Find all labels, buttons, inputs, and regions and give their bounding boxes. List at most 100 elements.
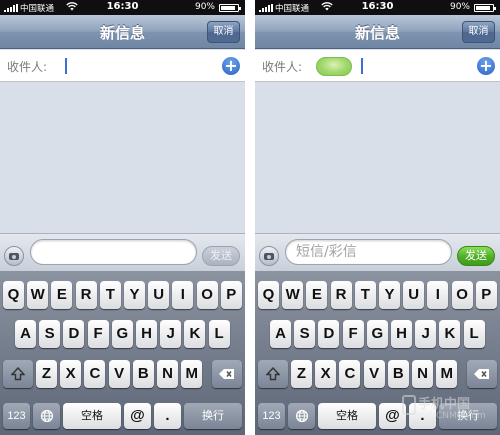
battery-percent: 90% bbox=[194, 2, 215, 12]
globe-icon bbox=[40, 409, 53, 423]
camera-icon[interactable] bbox=[259, 246, 279, 266]
shift-key[interactable] bbox=[3, 360, 33, 388]
navigation-bar: 新信息 取消 bbox=[0, 15, 245, 49]
key-e[interactable]: E bbox=[51, 281, 73, 309]
key-s[interactable]: S bbox=[294, 320, 316, 348]
key-m[interactable]: M bbox=[181, 360, 203, 388]
key-g[interactable]: G bbox=[366, 320, 388, 348]
key-l[interactable]: L bbox=[208, 320, 230, 348]
recipient-field[interactable]: 收件人: + bbox=[0, 50, 245, 82]
watermark-logo: 手机中国 CNMO.com bbox=[400, 393, 500, 433]
key-c[interactable]: C bbox=[339, 360, 361, 388]
shift-icon bbox=[10, 366, 26, 381]
key-a[interactable]: A bbox=[15, 320, 36, 348]
space-key[interactable]: 空格 bbox=[318, 403, 376, 429]
key-k[interactable]: K bbox=[184, 320, 206, 348]
cancel-button[interactable]: 取消 bbox=[462, 21, 495, 43]
add-contact-icon[interactable]: + bbox=[222, 57, 240, 75]
message-input[interactable] bbox=[30, 239, 197, 265]
delete-key[interactable] bbox=[212, 360, 242, 388]
message-input[interactable]: 短信/彩信 bbox=[285, 239, 452, 265]
key-f[interactable]: F bbox=[87, 320, 109, 348]
key-m[interactable]: M bbox=[436, 360, 458, 388]
key-o[interactable]: O bbox=[196, 281, 218, 309]
battery-icon bbox=[219, 4, 241, 12]
compose-bar: 短信/彩信 发送 bbox=[255, 233, 500, 271]
space-key[interactable]: 空格 bbox=[63, 403, 121, 429]
recipient-field[interactable]: 收件人: + bbox=[255, 50, 500, 82]
key-h[interactable]: H bbox=[391, 320, 412, 348]
camera-icon[interactable] bbox=[4, 246, 24, 266]
key-b[interactable]: B bbox=[387, 360, 409, 388]
key-c[interactable]: C bbox=[84, 360, 106, 388]
key-q[interactable]: Q bbox=[3, 281, 24, 309]
shift-icon bbox=[265, 366, 281, 381]
key-a[interactable]: A bbox=[270, 320, 291, 348]
key-s[interactable]: S bbox=[39, 320, 61, 348]
key-t[interactable]: T bbox=[354, 281, 376, 309]
key-j[interactable]: J bbox=[415, 320, 437, 348]
key-p[interactable]: P bbox=[475, 281, 497, 309]
logo-mark-icon bbox=[402, 395, 416, 415]
phone-screen-left: 中国联通 16:30 90% 新信息 取消 收件人: + 发送 QWERTYUI… bbox=[0, 0, 245, 435]
key-x[interactable]: X bbox=[60, 360, 82, 388]
text-cursor bbox=[65, 58, 67, 74]
key-q[interactable]: Q bbox=[258, 281, 279, 309]
key-k[interactable]: K bbox=[439, 320, 461, 348]
key-g[interactable]: G bbox=[111, 320, 133, 348]
shift-key[interactable] bbox=[258, 360, 288, 388]
numbers-key[interactable]: 123 bbox=[258, 403, 285, 429]
recipient-chip[interactable] bbox=[316, 57, 352, 76]
key-n[interactable]: N bbox=[412, 360, 433, 388]
key-y[interactable]: Y bbox=[124, 281, 145, 309]
key-o[interactable]: O bbox=[451, 281, 473, 309]
keyboard: Q W E R T Y U I O P A S D F G H J K L Z X C V B N M 123 空格 @. 换行 bbox=[0, 271, 245, 435]
key-w[interactable]: W bbox=[27, 281, 49, 309]
status-bar: 中国联通 16:30 90% bbox=[255, 0, 500, 15]
key-f[interactable]: F bbox=[342, 320, 364, 348]
battery-percent: 90% bbox=[449, 2, 470, 12]
key-t[interactable]: T bbox=[99, 281, 121, 309]
key-p[interactable]: P bbox=[220, 281, 242, 309]
key-x[interactable]: X bbox=[315, 360, 337, 388]
key-z[interactable]: Z bbox=[36, 360, 57, 388]
key-w[interactable]: W bbox=[282, 281, 304, 309]
key-z[interactable]: Z bbox=[291, 360, 312, 388]
globe-icon bbox=[295, 409, 308, 423]
add-contact-icon[interactable]: + bbox=[477, 57, 495, 75]
watermark-subtext: CNMO.com bbox=[436, 411, 486, 421]
key-i[interactable]: I bbox=[427, 281, 449, 309]
return-key[interactable]: 换行 bbox=[184, 403, 242, 429]
key-d[interactable]: D bbox=[318, 320, 340, 348]
status-bar: 中国联通 16:30 90% bbox=[0, 0, 245, 15]
key-u[interactable]: U bbox=[148, 281, 170, 309]
key-i[interactable]: I bbox=[172, 281, 194, 309]
key-b[interactable]: B bbox=[132, 360, 154, 388]
numbers-key[interactable]: 123 bbox=[3, 403, 30, 429]
key-e[interactable]: E bbox=[306, 281, 328, 309]
globe-key[interactable] bbox=[288, 403, 315, 429]
key-l[interactable]: L bbox=[463, 320, 485, 348]
key-v[interactable]: V bbox=[108, 360, 130, 388]
key-j[interactable]: J bbox=[160, 320, 182, 348]
key-n[interactable]: N bbox=[157, 360, 178, 388]
key-h[interactable]: H bbox=[136, 320, 157, 348]
globe-key[interactable] bbox=[33, 403, 60, 429]
key-r[interactable]: R bbox=[330, 281, 352, 309]
at-key[interactable]: @ bbox=[124, 403, 151, 429]
recipient-label: 收件人: bbox=[262, 60, 303, 74]
delete-key[interactable] bbox=[467, 360, 497, 388]
battery-icon bbox=[474, 4, 496, 12]
backspace-icon bbox=[474, 369, 489, 379]
send-button[interactable]: 发送 bbox=[457, 246, 495, 266]
send-button[interactable]: 发送 bbox=[202, 246, 240, 266]
key-r[interactable]: R bbox=[75, 281, 97, 309]
key-y[interactable]: Y bbox=[379, 281, 400, 309]
backspace-icon bbox=[219, 369, 234, 379]
key-d[interactable]: D bbox=[63, 320, 85, 348]
dot-key[interactable]: . bbox=[154, 403, 181, 429]
phone-screen-right: 中国联通 16:30 90% 新信息 取消 收件人: + 短信/彩信 发送 QW… bbox=[255, 0, 500, 435]
key-u[interactable]: U bbox=[403, 281, 425, 309]
key-v[interactable]: V bbox=[363, 360, 385, 388]
cancel-button[interactable]: 取消 bbox=[207, 21, 240, 43]
